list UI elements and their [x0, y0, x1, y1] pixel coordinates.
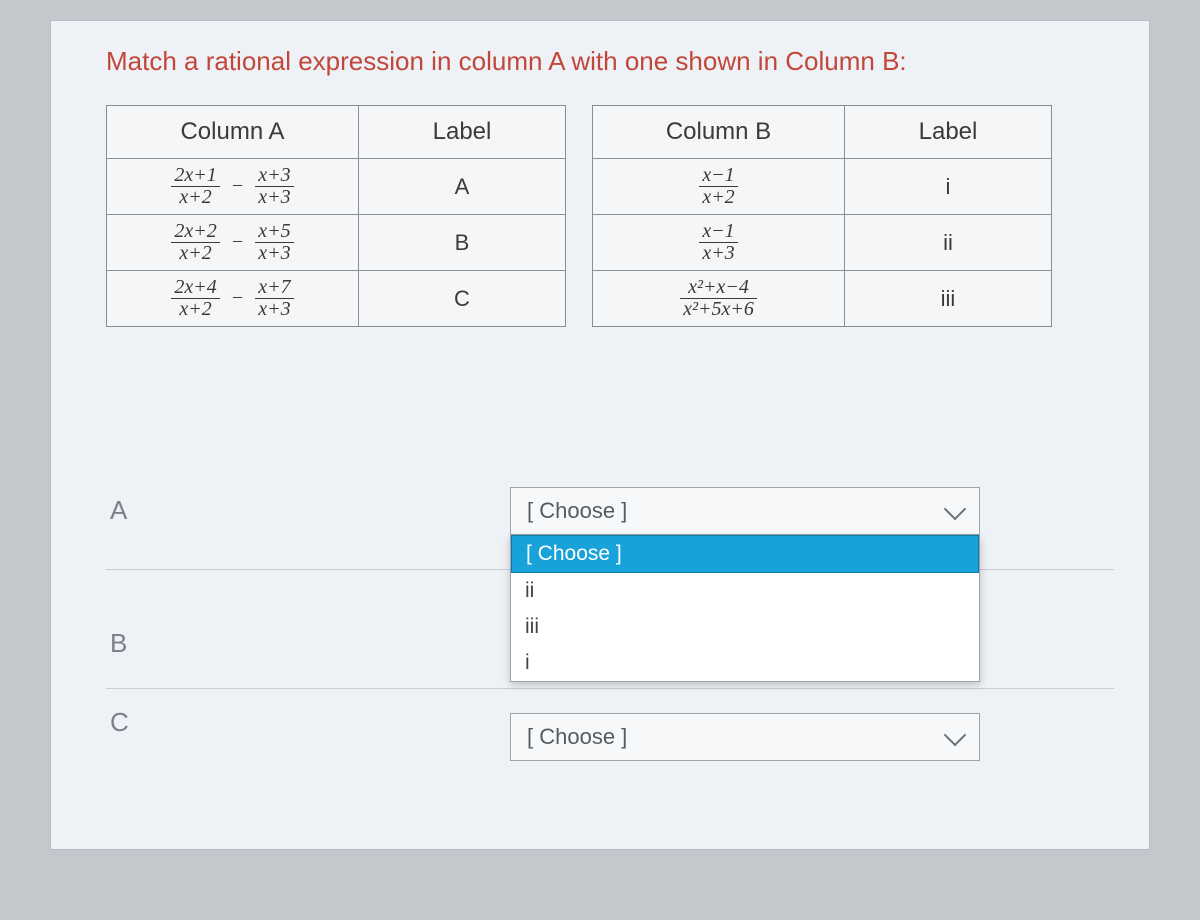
chevron-down-icon — [944, 498, 967, 521]
table-row: 2x+1x+2 − x+3x+3 A x−1x+2 i — [107, 159, 1052, 215]
labelB-cell: iii — [845, 271, 1052, 327]
colB-expression: x−1x+3 — [593, 215, 845, 271]
dropdown-list-a: [ Choose ] ii iii i — [510, 535, 980, 682]
colA-expression: 2x+1x+2 − x+3x+3 — [107, 159, 359, 215]
answer-section: A [ Choose ] [ Choose ] ii iii i B C — [106, 477, 1114, 779]
dropdown-c[interactable]: [ Choose ] — [510, 713, 980, 761]
colA-expression: 2x+4x+2 − x+7x+3 — [107, 271, 359, 327]
dropdown-option[interactable]: [ Choose ] — [511, 535, 979, 573]
answer-row-c: C [ Choose ] — [106, 689, 1114, 779]
header-column-a: Column A — [107, 106, 359, 159]
spacer — [566, 106, 593, 159]
chevron-down-icon — [944, 724, 967, 747]
answer-label: C — [106, 689, 510, 738]
spacer — [566, 159, 593, 215]
dropdown-a[interactable]: [ Choose ] — [510, 487, 980, 535]
dropdown-option[interactable]: iii — [511, 609, 979, 645]
spacer — [566, 215, 593, 271]
colB-expression: x−1x+2 — [593, 159, 845, 215]
labelB-cell: i — [845, 159, 1052, 215]
colA-expression: 2x+2x+2 − x+5x+3 — [107, 215, 359, 271]
dropdown-value: [ Choose ] — [527, 498, 627, 524]
dropdown-option[interactable]: i — [511, 645, 979, 681]
dropdown-value: [ Choose ] — [527, 724, 627, 750]
question-card: Match a rational expression in column A … — [50, 20, 1150, 850]
dropdown-wrap-c: [ Choose ] — [510, 713, 980, 761]
question-prompt: Match a rational expression in column A … — [106, 46, 1114, 77]
dropdown-option[interactable]: ii — [511, 573, 979, 609]
dropdown-wrap-a: [ Choose ] [ Choose ] ii iii i — [510, 487, 980, 535]
labelA-cell: B — [359, 215, 566, 271]
table-row: 2x+2x+2 − x+5x+3 B x−1x+3 ii — [107, 215, 1052, 271]
answer-row-a: A [ Choose ] [ Choose ] ii iii i — [106, 477, 1114, 570]
header-label-b: Label — [845, 106, 1052, 159]
labelB-cell: ii — [845, 215, 1052, 271]
spacer — [566, 271, 593, 327]
answer-label: A — [106, 477, 510, 526]
reference-table: Column A Label Column B Label 2x+1x+2 − … — [106, 105, 1052, 327]
labelA-cell: C — [359, 271, 566, 327]
header-label-a: Label — [359, 106, 566, 159]
table-row: 2x+4x+2 − x+7x+3 C x²+x−4x²+5x+6 iii — [107, 271, 1052, 327]
labelA-cell: A — [359, 159, 566, 215]
answer-label: B — [106, 570, 510, 659]
colB-expression: x²+x−4x²+5x+6 — [593, 271, 845, 327]
header-column-b: Column B — [593, 106, 845, 159]
